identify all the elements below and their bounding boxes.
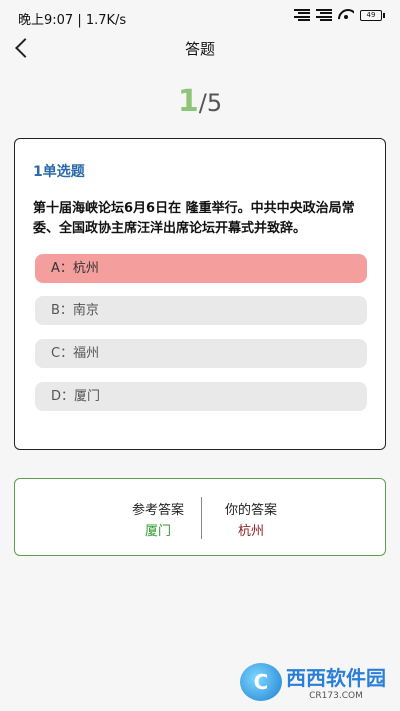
- status-bar: 晚上9:07 | 1.7K/s 49: [0, 0, 400, 34]
- your-answer: 你的答案 杭州: [211, 499, 291, 539]
- your-answer-label: 你的答案: [224, 503, 277, 518]
- question-type: 1单选题: [33, 164, 85, 180]
- status-icons: 49: [294, 9, 385, 21]
- total-questions: /5: [198, 89, 223, 117]
- answer-card: 参考答案 厦门 你的答案 杭州: [14, 478, 386, 556]
- answer-divider: [201, 497, 202, 539]
- reference-answer-value: 厦门: [144, 524, 171, 539]
- option-c[interactable]: C：福州: [35, 339, 367, 368]
- current-question-number: 1: [177, 84, 199, 119]
- page-title: 答题: [184, 40, 215, 58]
- reference-answer-label: 参考答案: [131, 503, 184, 518]
- watermark-sub: CR173.COM: [309, 691, 363, 701]
- watermark-logo-icon: C: [240, 662, 282, 701]
- reference-answer: 参考答案 厦门: [118, 499, 198, 539]
- signal-icon: [294, 9, 310, 21]
- battery-icon: 49: [360, 9, 385, 21]
- question-text: 第十届海峡论坛6月6日在 隆重举行。中共中央政治局常委、全国政协主席汪洋出席论坛…: [33, 201, 355, 236]
- option-d[interactable]: D：厦门: [35, 382, 367, 411]
- option-a[interactable]: A：杭州: [35, 254, 367, 283]
- your-answer-value: 杭州: [237, 524, 264, 539]
- wifi-icon: [338, 9, 354, 21]
- question-card: 1单选题 第十届海峡论坛6月6日在 隆重举行。中共中央政治局常委、全国政协主席汪…: [14, 138, 386, 450]
- watermark-text-group: 西西软件园 CR173.COM: [286, 662, 386, 701]
- watermark: C 西西软件园 CR173.COM: [240, 662, 386, 701]
- question-progress: 1/5: [0, 84, 400, 119]
- signal-icon-2: [316, 9, 332, 21]
- option-b[interactable]: B：南京: [35, 296, 367, 325]
- watermark-text: 西西软件园: [286, 666, 386, 690]
- status-time: 晚上9:07 | 1.7K/s: [18, 13, 127, 28]
- app-header: 答题: [0, 34, 400, 64]
